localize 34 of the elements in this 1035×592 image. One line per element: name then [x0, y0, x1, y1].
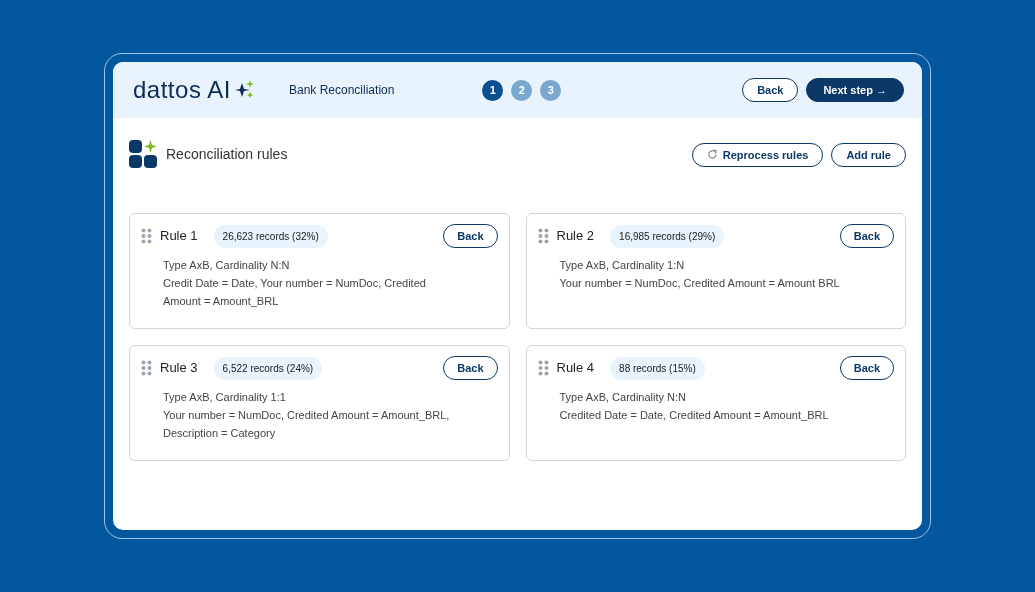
drag-handle-icon[interactable] — [537, 360, 549, 376]
outline-button[interactable]: Back — [742, 78, 799, 102]
rule-name: Rule 2 — [556, 227, 595, 246]
rule-type: Type AxB, Cardinality N:N — [163, 258, 291, 273]
back-button[interactable]: Back — [839, 356, 894, 380]
rule-type: Type AxB, Cardinality 1:N — [559, 258, 686, 273]
rule-name: Rule 4 — [556, 359, 595, 378]
reprocess-button[interactable]: Reprocess rules — [691, 142, 824, 167]
section-title: Reconciliation rules — [166, 145, 288, 164]
back-button[interactable]: Back — [443, 224, 498, 248]
next-step-button[interactable]: Next step → — [806, 78, 904, 102]
back-button[interactable]: Back — [443, 356, 498, 380]
drag-handle-icon[interactable] — [141, 228, 152, 244]
rules-icon — [129, 140, 158, 169]
rule-name: Rule 3 — [160, 359, 198, 378]
record-count: 6,522 records (24%) — [213, 356, 323, 380]
rule-type: Type AxB, Cardinality N:N — [559, 390, 688, 405]
record-count: 88 records (15%) — [610, 356, 705, 380]
rule-mapping: Credit Date = Date, Your number = NumDoc, Credited Amount = Amount_BRL — [163, 276, 427, 309]
rule-mapping: Your number = NumDoc, Credited Amount = Amount BRL — [559, 276, 841, 291]
back-button[interactable]: Back — [839, 224, 894, 248]
page-title: Bank Reconciliation — [289, 82, 395, 99]
step-indicator[interactable]: 1 — [482, 79, 504, 101]
drag-handle-icon[interactable] — [537, 228, 549, 244]
rule-name: Rule 1 — [160, 227, 198, 246]
record-count: 16,985 records (29%) — [610, 224, 725, 248]
refresh-icon — [706, 148, 718, 160]
rule-mapping: Credited Date = Date, Credited Amount = Amount_BRL — [559, 408, 830, 423]
drag-handle-icon[interactable] — [141, 360, 152, 376]
logo: dattos AI — [133, 75, 231, 105]
rule-type: Type AxB, Cardinality 1:1 — [163, 390, 287, 405]
outline-button[interactable]: Add rule — [831, 142, 906, 167]
rule-mapping: Your number = NumDoc, Credited Amount = Amount_BRL, Description = Category — [163, 408, 451, 441]
record-count: 26,623 records (32%) — [213, 224, 328, 248]
